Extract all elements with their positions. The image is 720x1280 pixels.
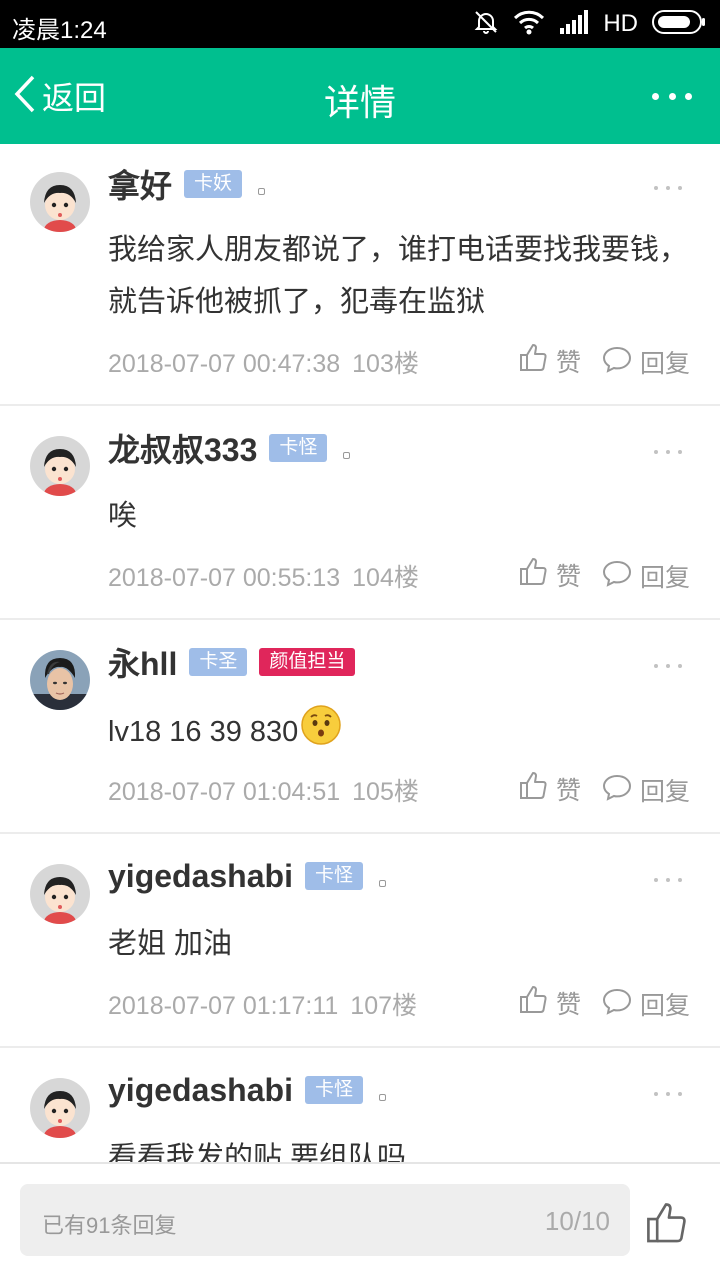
comment-menu-icon[interactable] xyxy=(654,448,682,456)
more-icon[interactable] xyxy=(652,84,692,108)
reply-label: 回复 xyxy=(640,350,691,378)
reply-label: 回复 xyxy=(640,778,691,806)
worried-face-emoji xyxy=(300,704,342,763)
avatar[interactable] xyxy=(30,172,90,232)
comment-list: 拿好 卡妖 我给家人朋友都说了，谁打电话要找我要钱，就告诉他被抓了，犯毒在监狱 … xyxy=(0,144,720,1162)
floor-number: 104楼 xyxy=(352,564,419,592)
reply-counter: 10/10 xyxy=(544,1206,610,1236)
gender-mark xyxy=(258,187,266,195)
username[interactable]: 龙叔叔333 xyxy=(108,425,257,471)
timestamp: 2018-07-07 01:17:11 xyxy=(108,992,339,1020)
reply-button[interactable]: 回复 xyxy=(602,558,690,594)
floor-number: 105楼 xyxy=(352,778,419,806)
page-title: 详情 xyxy=(323,82,396,123)
signal-icon xyxy=(559,9,589,39)
reply-button[interactable]: 回复 xyxy=(602,986,690,1022)
back-chevron-icon xyxy=(14,75,36,118)
gender-mark xyxy=(378,879,386,887)
comment-content: 看看我发的贴 要组队吗 xyxy=(108,1142,407,1162)
comment-text: lv18 16 39 830 xyxy=(108,716,299,749)
like-button[interactable]: 赞 xyxy=(518,770,581,807)
thumbs-up-icon xyxy=(518,770,548,807)
gender-mark xyxy=(343,451,351,459)
title-badge: 颜值担当 xyxy=(259,648,356,676)
thumbs-up-icon xyxy=(518,342,548,379)
avatar[interactable] xyxy=(30,864,90,924)
username[interactable]: yigedashabi xyxy=(108,858,293,895)
thumbs-up-icon[interactable] xyxy=(644,1200,688,1244)
avatar[interactable] xyxy=(30,1078,90,1138)
comment-content: lv18 16 39 830 xyxy=(108,704,693,763)
like-label: 赞 xyxy=(556,562,582,591)
level-badge: 卡怪 xyxy=(304,862,363,890)
level-badge: 卡怪 xyxy=(269,434,328,462)
comment-header: yigedashabi 卡怪 xyxy=(108,1070,386,1110)
photo-avatar[interactable] xyxy=(30,650,90,710)
back-label: 返回 xyxy=(42,80,107,116)
reply-label: 回复 xyxy=(640,992,691,1020)
network-type: HD xyxy=(603,10,638,37)
comment-header: yigedashabi 卡怪 xyxy=(108,856,386,896)
thumbs-up-icon xyxy=(518,984,548,1021)
like-button[interactable]: 赞 xyxy=(518,984,581,1021)
comment-bubble-icon xyxy=(602,773,632,808)
comment-header: 龙叔叔333 卡怪 xyxy=(108,425,351,471)
gender-mark xyxy=(378,1093,386,1101)
username[interactable]: 拿好 xyxy=(108,161,172,207)
comment-content: 我给家人朋友都说了，谁打电话要找我要钱，就告诉他被抓了，犯毒在监狱 xyxy=(108,234,689,318)
level-badge: 卡妖 xyxy=(184,170,243,198)
level-badge: 卡怪 xyxy=(304,1076,363,1104)
comment-item: 永hll 卡圣 颜值担当 lv18 16 39 830 2018-07-07 0… xyxy=(0,620,720,834)
comment-meta: 2018-07-07 01:04:51 105楼 xyxy=(108,772,419,808)
floor-number: 103楼 xyxy=(352,350,419,378)
reply-button[interactable]: 回复 xyxy=(602,344,690,380)
comment-meta: 2018-07-07 00:47:38 103楼 xyxy=(108,344,419,380)
comment-bubble-icon xyxy=(602,987,632,1022)
comment-bubble-icon xyxy=(602,345,632,380)
reply-placeholder: 已有91条回复 xyxy=(42,1213,177,1238)
comment-item: yigedashabi 卡怪 老姐 加油 2018-07-07 01:17:11… xyxy=(0,834,720,1048)
comment-header: 拿好 卡妖 xyxy=(108,161,266,207)
comment-menu-icon[interactable] xyxy=(654,876,682,884)
wifi-icon xyxy=(513,9,545,40)
username[interactable]: yigedashabi xyxy=(108,1072,293,1109)
nav-bar: 返回 详情 xyxy=(0,48,720,144)
reply-label: 回复 xyxy=(640,564,691,592)
status-icons: HD xyxy=(473,8,706,40)
comment-item: 龙叔叔333 卡怪 唉 2018-07-07 00:55:13 104楼 赞 回复 xyxy=(0,406,720,620)
level-badge: 卡圣 xyxy=(189,648,248,676)
like-button[interactable]: 赞 xyxy=(518,556,581,593)
status-time: 凌晨1:24 xyxy=(12,17,107,44)
back-button[interactable]: 返回 xyxy=(14,75,107,118)
comment-bubble-icon xyxy=(602,559,632,594)
comment-content: 唉 xyxy=(108,500,138,532)
battery-icon xyxy=(652,9,706,39)
reply-button[interactable]: 回复 xyxy=(602,772,690,808)
comment-meta: 2018-07-07 01:17:11 107楼 xyxy=(108,986,417,1022)
reply-input[interactable]: 已有91条回复 10/10 xyxy=(20,1184,630,1256)
avatar[interactable] xyxy=(30,436,90,496)
comment-meta: 2018-07-07 00:55:13 104楼 xyxy=(108,558,419,594)
comment-content: 老姐 加油 xyxy=(108,928,233,960)
comment-header: 永hll 卡圣 颜值担当 xyxy=(108,639,356,685)
floor-number: 107楼 xyxy=(350,992,418,1020)
timestamp: 2018-07-07 00:47:38 xyxy=(108,350,341,378)
status-bar: 凌晨1:24 HD xyxy=(0,0,720,48)
username[interactable]: 永hll xyxy=(108,639,177,685)
muted-bell-icon xyxy=(473,9,499,40)
comment-menu-icon[interactable] xyxy=(654,184,682,192)
timestamp: 2018-07-07 01:04:51 xyxy=(108,778,341,806)
comment-menu-icon[interactable] xyxy=(654,662,682,670)
like-label: 赞 xyxy=(556,348,582,377)
comment-menu-icon[interactable] xyxy=(654,1090,682,1098)
like-button[interactable]: 赞 xyxy=(518,342,581,379)
comment-item: 拿好 卡妖 我给家人朋友都说了，谁打电话要找我要钱，就告诉他被抓了，犯毒在监狱 … xyxy=(0,144,720,406)
like-label: 赞 xyxy=(556,776,582,805)
comment-item: yigedashabi 卡怪 看看我发的贴 要组队吗 xyxy=(0,1048,720,1162)
like-label: 赞 xyxy=(556,990,582,1019)
bottom-bar: 已有91条回复 10/10 xyxy=(0,1162,720,1280)
timestamp: 2018-07-07 00:55:13 xyxy=(108,564,341,592)
thumbs-up-icon xyxy=(518,556,548,593)
